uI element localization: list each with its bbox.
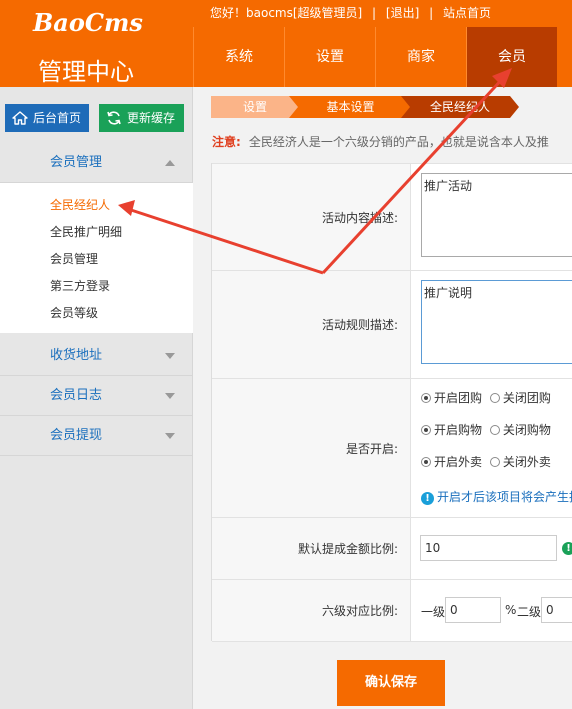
refresh-cache-label: 更新缓存 [127, 111, 176, 125]
form-row-rules-desc: 活动规则描述: 推广说明 [212, 271, 572, 379]
sidebar: 后台首页 更新缓存 会员管理 全民经纪人 全民推广明细 会员管理 第三方登录 会… [0, 87, 193, 709]
sidebar-item-third-party-login[interactable]: 第三方登录 [0, 273, 193, 300]
main-nav: 系统 设置 商家 会员 [193, 27, 557, 87]
chevron-down-icon [165, 393, 175, 399]
refresh-icon [107, 111, 121, 125]
section-label: 会员日志 [50, 388, 103, 403]
percent-label: % [505, 603, 517, 617]
info-icon: ! [562, 542, 572, 555]
form-row-activity-desc: 活动内容描述: 推广活动 [212, 163, 572, 271]
form-row-level-ratio: 六级对应比例: 一级 0 % 二级 0 [212, 580, 572, 642]
level1-label: 一级 [421, 605, 446, 619]
notice-body: 全民经济人是一个六级分销的产品，也就是说含本人及推 [248, 135, 549, 149]
level-ratio-label: 六级对应比例: [212, 580, 411, 641]
sidebar-item-promotion-details[interactable]: 全民推广明细 [0, 219, 193, 246]
admin-home-button[interactable]: 后台首页 [5, 104, 89, 132]
site-home-link[interactable]: 站点首页 [443, 4, 491, 21]
tab-members[interactable]: 会员 [466, 27, 557, 87]
radio-enable-takeout[interactable] [421, 457, 431, 467]
refresh-cache-button[interactable]: 更新缓存 [99, 104, 184, 132]
tab-merchants[interactable]: 商家 [375, 27, 466, 87]
tab-system[interactable]: 系统 [193, 27, 284, 87]
level2-input[interactable]: 0 [541, 597, 572, 623]
rules-desc-label: 活动规则描述: [212, 271, 411, 378]
section-label: 会员提现 [50, 428, 103, 443]
radio-group-shopping: 开启购物 关闭购物 [421, 421, 551, 437]
admin-home-label: 后台首页 [33, 111, 82, 125]
divider: | [429, 6, 434, 20]
greeting-text: 您好！baocms[超级管理员] [210, 6, 363, 20]
activity-desc-label: 活动内容描述: [212, 164, 411, 270]
logout-link[interactable]: [退出] [386, 4, 419, 21]
radio-group-takeout: 开启外卖 关闭外卖 [421, 453, 551, 469]
section-shipping-address[interactable]: 收货地址 [0, 336, 193, 376]
level1-input[interactable]: 0 [445, 597, 501, 623]
rules-desc-textarea[interactable]: 推广说明 [421, 280, 572, 364]
notice-label: 注意: [212, 135, 241, 149]
top-header: BaoCms 管理中心 您好！baocms[超级管理员] | [退出] | 站点… [0, 0, 572, 87]
section-member-management[interactable]: 会员管理 [0, 143, 193, 183]
chevron-up-icon [165, 160, 175, 166]
breadcrumb-item-current: 全民经纪人 [401, 96, 519, 118]
logo: BaoCms [33, 8, 143, 37]
radio-enable-groupbuy[interactable] [421, 393, 431, 403]
section-label: 收货地址 [50, 348, 103, 363]
activity-desc-textarea[interactable]: 推广活动 [421, 173, 572, 257]
radio-enable-shopping[interactable] [421, 425, 431, 435]
confirm-save-button[interactable]: 确认保存 [337, 660, 445, 706]
section-member-withdrawal[interactable]: 会员提现 [0, 416, 193, 456]
sidebar-item-member-levels[interactable]: 会员等级 [0, 300, 193, 327]
enable-label: 是否开启: [212, 379, 411, 517]
form-row-withdraw-ratio: 默认提成金额比例: 10 ! [212, 518, 572, 580]
section-member-log[interactable]: 会员日志 [0, 376, 193, 416]
tab-settings[interactable]: 设置 [284, 27, 375, 87]
chevron-down-icon [165, 433, 175, 439]
withdraw-ratio-input[interactable]: 10 [420, 535, 557, 561]
enable-hint: ! 开启才后该项目将会产生推 [421, 488, 572, 505]
level2-label: 二级 [517, 605, 542, 619]
breadcrumb-item-settings[interactable]: 设置 [211, 96, 299, 118]
withdraw-ratio-label: 默认提成金额比例: [212, 518, 411, 579]
top-bar: 您好！baocms[超级管理员] | [退出] | 站点首页 [210, 4, 491, 22]
home-icon [12, 111, 28, 125]
chevron-down-icon [165, 353, 175, 359]
radio-disable-shopping[interactable] [489, 425, 500, 435]
section-label: 会员管理 [50, 155, 103, 170]
info-icon: ! [421, 492, 434, 505]
form-row-enable: 是否开启: 开启团购 关闭团购 开启购物 关闭购物 开启外卖 关闭外卖 ! 开启才… [212, 379, 572, 518]
divider: | [372, 6, 377, 20]
member-submenu: 全民经纪人 全民推广明细 会员管理 第三方登录 会员等级 [0, 183, 193, 333]
radio-disable-takeout[interactable] [489, 457, 500, 467]
radio-disable-groupbuy[interactable] [489, 393, 500, 403]
breadcrumb-item-basic-settings[interactable]: 基本设置 [289, 96, 412, 118]
settings-form: 活动内容描述: 推广活动 活动规则描述: 推广说明 是否开启: 开启团购 关闭团… [211, 163, 572, 642]
logo-area: BaoCms 管理中心 [0, 0, 193, 87]
admin-center-title: 管理中心 [38, 58, 134, 86]
sidebar-item-national-broker[interactable]: 全民经纪人 [0, 192, 193, 219]
sidebar-item-member-management[interactable]: 会员管理 [0, 246, 193, 273]
radio-group-groupbuy: 开启团购 关闭团购 [421, 389, 551, 405]
notice-text: 注意: 全民经济人是一个六级分销的产品，也就是说含本人及推 [212, 133, 572, 150]
